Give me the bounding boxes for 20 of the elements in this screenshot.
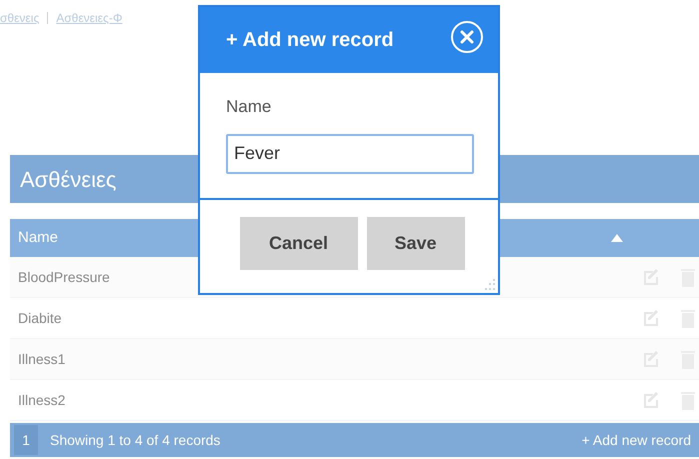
dialog-title: + Add new record [226,28,395,53]
table-cell-text: Illness1 [18,350,66,368]
name-input[interactable]: Fever [226,134,474,174]
table-cell-text: Illness2 [18,390,66,410]
resize-grip-icon[interactable] [484,279,496,291]
edit-icon[interactable] [643,309,659,327]
table-cell-text: BloodPressure [18,268,110,286]
table-cell-text: Diabite [18,308,62,328]
close-icon[interactable] [450,20,484,54]
cancel-button[interactable]: Cancel [240,217,358,270]
breadcrumb-link[interactable]: Ασθενειες-Φ [56,9,122,27]
edit-icon[interactable] [643,391,659,409]
field-label: Name [226,96,272,118]
records-info: Showing 1 to 4 of 4 records [50,430,220,450]
add-record-link[interactable]: + Add new record [582,430,691,450]
save-button[interactable]: Save [366,217,464,270]
page-number[interactable]: 1 [14,425,38,455]
column-header[interactable]: Name [18,226,58,250]
sort-up-icon[interactable] [611,234,623,242]
breadcrumb-link[interactable]: σθενεις [0,9,40,27]
